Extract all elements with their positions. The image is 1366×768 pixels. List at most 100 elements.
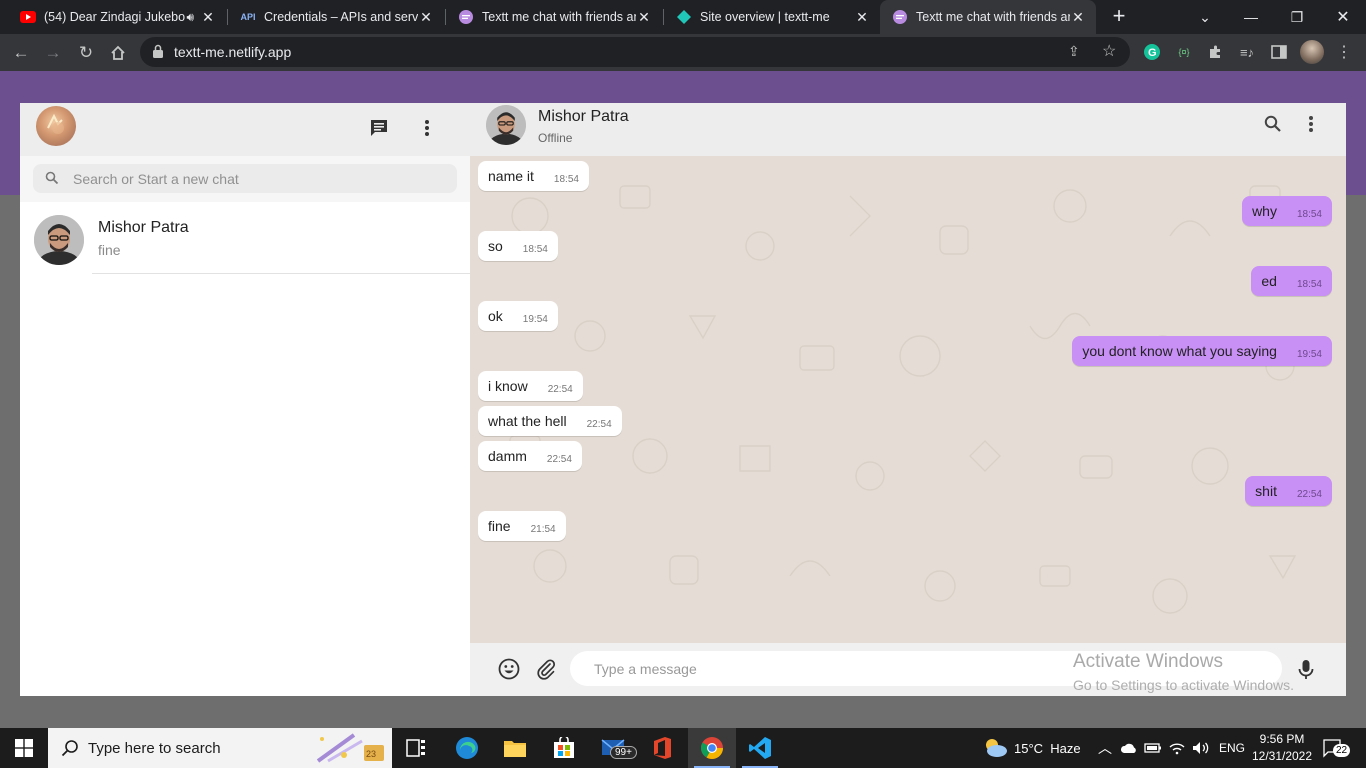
taskbar-clock[interactable]: 9:56 PM 12/31/2022	[1246, 731, 1318, 765]
message-text: i know	[488, 378, 528, 394]
browser-tab-credentials[interactable]: API Credentials – APIs and servic ✕	[228, 0, 444, 34]
message-outgoing: you dont know what you saying 19:54	[1072, 336, 1332, 366]
back-icon[interactable]: ←	[8, 40, 34, 66]
microsoft-store-icon[interactable]	[540, 728, 588, 768]
mail-icon[interactable]: 99+	[590, 728, 638, 768]
onedrive-icon[interactable]	[1120, 728, 1138, 768]
chat-app: Mishor Patra fine	[20, 103, 1346, 696]
file-explorer-icon[interactable]	[491, 728, 539, 768]
microphone-icon[interactable]	[1294, 658, 1318, 682]
emoji-icon[interactable]	[497, 657, 521, 681]
language-indicator[interactable]: ENG	[1219, 728, 1245, 768]
bookmark-star-icon[interactable]: ☆	[1102, 41, 1116, 61]
weather-widget[interactable]: 15°C Haze	[982, 728, 1081, 768]
new-chat-icon[interactable]	[367, 116, 391, 140]
notification-center-icon[interactable]: 22	[1322, 728, 1351, 768]
home-icon[interactable]	[105, 40, 131, 66]
tab-title: (54) Dear Zindagi Jukebo	[44, 10, 186, 24]
side-panel-icon[interactable]	[1269, 42, 1289, 62]
taskbar-search-box[interactable]: Type here to search 23	[48, 728, 392, 768]
chrome-taskbar-icon[interactable]	[688, 728, 736, 768]
reload-icon[interactable]: ↻	[73, 40, 99, 66]
more-vert-icon[interactable]	[1299, 112, 1323, 136]
chat-contact-status: Offline	[538, 131, 573, 145]
extensions-puzzle-icon[interactable]	[1206, 42, 1226, 62]
chat-header: Mishor Patra Offline	[470, 103, 1346, 156]
taskbar-search-text: Type here to search	[88, 740, 221, 757]
activate-windows-watermark: Activate Windows Go to Settings to activ…	[1073, 651, 1294, 693]
message-incoming: fine 21:54	[478, 511, 566, 541]
close-tab-icon[interactable]: ✕	[200, 9, 216, 26]
clock-time: 9:56 PM	[1259, 732, 1305, 746]
chat-contact-name: Mishor Patra	[538, 108, 629, 125]
search-icon	[45, 171, 59, 190]
close-tab-icon[interactable]: ✕	[636, 9, 652, 26]
browser-toolbar: ← → ↻ textt-me.netlify.app ⇪ ☆ G {¤} ≡♪ …	[0, 34, 1366, 71]
edge-icon[interactable]	[443, 728, 491, 768]
grammarly-icon[interactable]: G	[1142, 42, 1162, 62]
speaker-icon[interactable]: 🔊︎	[186, 10, 194, 25]
json-extension-icon[interactable]: {¤}	[1174, 42, 1194, 62]
divider	[92, 273, 470, 274]
message-incoming: ok 19:54	[478, 301, 558, 331]
message-time: 18:54	[553, 173, 579, 185]
show-hidden-icons-chevron-up-icon[interactable]: ︿	[1098, 728, 1112, 768]
share-icon[interactable]: ⇪	[1068, 43, 1080, 60]
close-tab-icon[interactable]: ✕	[418, 9, 434, 26]
new-tab-button[interactable]: +	[1108, 5, 1130, 28]
message-incoming: damm 22:54	[478, 441, 582, 471]
message-time: 21:54	[530, 523, 556, 535]
forward-icon[interactable]: →	[40, 40, 66, 66]
watermark-subtitle: Go to Settings to activate Windows.	[1073, 677, 1294, 693]
message-text: name it	[488, 168, 534, 184]
svg-text:G: G	[1148, 47, 1157, 59]
message-incoming: i know 22:54	[478, 371, 583, 401]
message-text: ed	[1261, 273, 1277, 289]
close-window-button[interactable]: ✕	[1320, 0, 1366, 34]
chat-contact-avatar[interactable]	[486, 105, 526, 145]
battery-icon[interactable]	[1144, 728, 1162, 768]
office-icon[interactable]	[638, 728, 686, 768]
tab-title: Credentials – APIs and servic	[264, 10, 418, 24]
message-text: you dont know what you saying	[1082, 343, 1277, 359]
contact-list-item[interactable]: Mishor Patra fine	[20, 202, 470, 274]
minimize-button[interactable]: —	[1228, 0, 1274, 34]
message-text: why	[1252, 203, 1277, 219]
restore-button[interactable]: ❐	[1274, 0, 1320, 34]
browser-tab-strip: (54) Dear Zindagi Jukebo 🔊︎ ✕ API Creden…	[0, 0, 1366, 34]
close-tab-icon[interactable]: ✕	[1070, 9, 1086, 26]
media-control-icon[interactable]: ≡♪	[1237, 42, 1257, 62]
profile-avatar[interactable]	[1300, 40, 1324, 64]
message-time: 22:54	[586, 418, 612, 430]
browser-tab-youtube[interactable]: (54) Dear Zindagi Jukebo 🔊︎ ✕	[8, 0, 226, 34]
search-icon	[61, 739, 79, 762]
search-section	[20, 156, 470, 202]
task-view-icon[interactable]	[392, 728, 440, 768]
message-time: 18:54	[1296, 278, 1322, 290]
search-icon[interactable]	[1261, 112, 1285, 136]
my-avatar[interactable]	[36, 106, 76, 146]
svg-text:23: 23	[366, 749, 376, 759]
volume-icon[interactable]	[1192, 728, 1210, 768]
message-time: 19:54	[522, 313, 548, 325]
vscode-icon[interactable]	[736, 728, 784, 768]
browser-tab-site-overview[interactable]: Site overview | textt-me ✕	[664, 0, 880, 34]
youtube-icon	[20, 9, 36, 25]
windows-start-icon[interactable]	[0, 728, 48, 768]
address-bar[interactable]: textt-me.netlify.app ⇪ ☆	[140, 37, 1130, 67]
background-doodle-pattern	[509, 185, 1297, 614]
attach-icon[interactable]	[534, 657, 558, 681]
close-tab-icon[interactable]: ✕	[854, 9, 870, 26]
tab-search-icon[interactable]: ⌄	[1182, 0, 1228, 34]
url-text: textt-me.netlify.app	[174, 44, 292, 60]
netlify-icon	[676, 9, 692, 25]
search-input[interactable]	[73, 164, 443, 193]
browser-tab-textt-me-1[interactable]: Textt me chat with friends an ✕	[446, 0, 662, 34]
wifi-icon[interactable]	[1168, 728, 1186, 768]
message-text: fine	[488, 518, 511, 534]
browser-tab-textt-me-active[interactable]: Textt me chat with friends an ✕	[880, 0, 1096, 34]
more-vert-icon[interactable]	[415, 116, 439, 140]
search-box	[33, 164, 457, 193]
chrome-menu-icon[interactable]: ⋮	[1334, 42, 1354, 62]
new-year-illustration-icon: 23	[314, 731, 390, 768]
